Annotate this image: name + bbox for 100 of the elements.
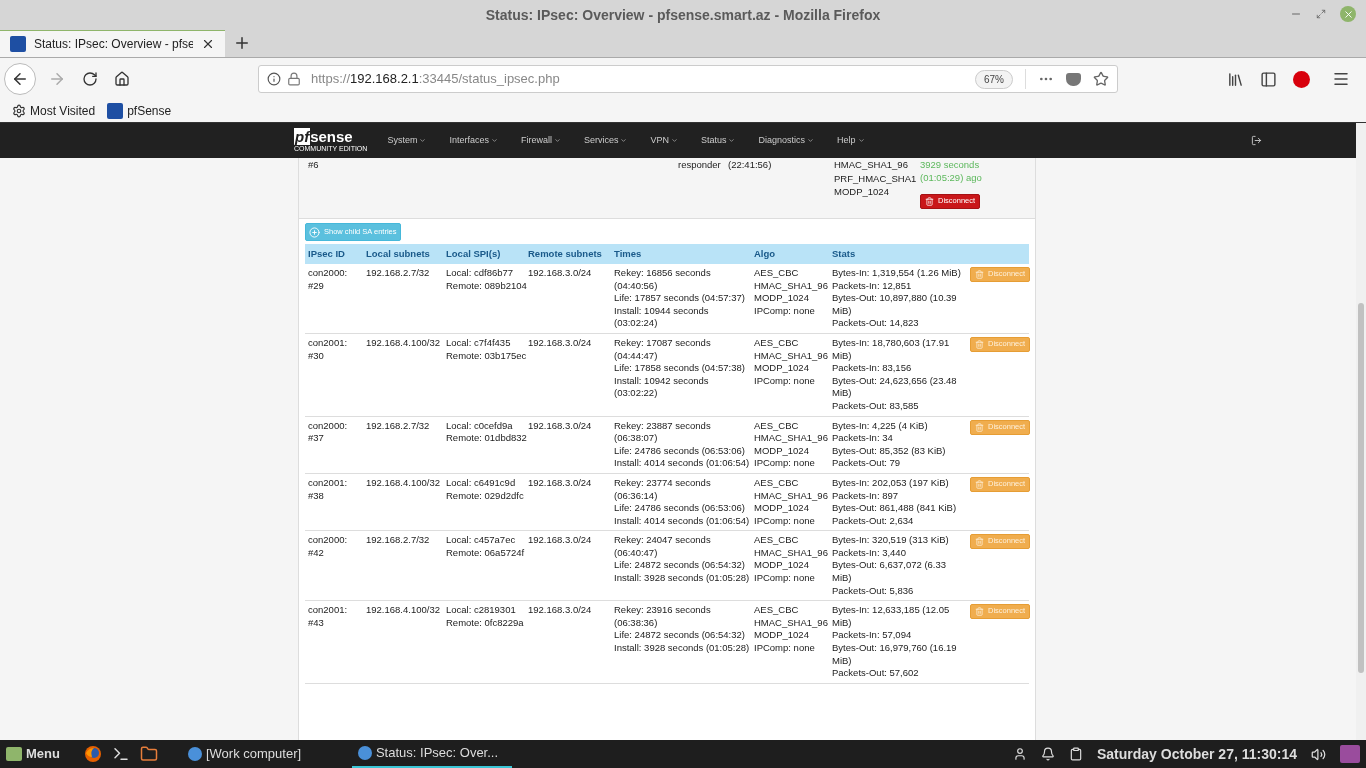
algo-text: HMAC_SHA1_96 bbox=[754, 349, 829, 363]
times-text: Life: 24786 seconds (06:53:06) bbox=[614, 444, 746, 458]
algo-text: HMAC_SHA1_96 bbox=[754, 432, 829, 445]
times-text: Rekey: 16856 seconds (04:40:56) bbox=[614, 267, 712, 293]
nav-menu-item[interactable]: Interfaces bbox=[449, 133, 498, 148]
nav-menu-item[interactable]: Status bbox=[700, 133, 736, 148]
sidebar-icon[interactable] bbox=[1260, 70, 1277, 88]
table-cell-text: con2000: #42 bbox=[308, 534, 349, 560]
caret-icon bbox=[490, 137, 498, 144]
algo-text: HMAC_SHA1_96 bbox=[754, 279, 829, 293]
bookmark-item[interactable]: pfSense bbox=[107, 102, 172, 120]
bookmark-item[interactable]: Most Visited bbox=[12, 102, 96, 120]
folder-icon[interactable] bbox=[139, 745, 158, 763]
algo-text: AES_CBC bbox=[754, 604, 800, 617]
clipboard-icon[interactable] bbox=[1069, 747, 1083, 761]
nav-menu-item[interactable]: Services bbox=[583, 133, 628, 148]
stats-text: Bytes-In: 1,319,554 (1.26 MiB) bbox=[832, 267, 962, 280]
stats-text: Bytes-Out: 85,352 (83 KiB) bbox=[832, 444, 947, 458]
trash-icon bbox=[975, 422, 984, 432]
nav-menu-item[interactable]: Help bbox=[837, 133, 865, 148]
back-icon bbox=[11, 70, 29, 88]
stats-text: Packets-In: 57,094 bbox=[832, 629, 913, 643]
table-cell-text: 192.168.3.0/24 bbox=[528, 476, 593, 490]
times-text: Rekey: 17087 seconds (04:44:47) bbox=[614, 336, 712, 363]
caret-icon bbox=[553, 137, 561, 144]
column-header: Local SPI(s) bbox=[446, 247, 502, 261]
pocket-icon[interactable] bbox=[1066, 72, 1081, 86]
spi-text: Remote: 029d2dfc bbox=[446, 489, 525, 503]
close-icon[interactable] bbox=[201, 37, 215, 51]
window-title: Status: IPsec: Overview - pfsense.smart.az - Mozilla Firefox bbox=[485, 5, 881, 25]
logout-icon[interactable] bbox=[1250, 135, 1262, 146]
caret-icon bbox=[419, 137, 427, 144]
algo-text: IPComp: none bbox=[754, 374, 816, 388]
caret-icon bbox=[807, 137, 814, 144]
pfsense-favicon-icon bbox=[10, 36, 26, 52]
star-icon[interactable] bbox=[1093, 71, 1109, 87]
spi-text: Local: c0cefd9a bbox=[446, 419, 514, 433]
stats-text: Bytes-In: 18,780,603 (17.91 MiB) bbox=[832, 336, 951, 363]
column-header: Stats bbox=[832, 247, 857, 261]
trash-icon bbox=[975, 607, 984, 617]
reload-icon[interactable] bbox=[82, 71, 98, 87]
trash-icon bbox=[975, 270, 984, 279]
nav-menu-item[interactable]: Diagnostics bbox=[758, 133, 814, 148]
times-text: Life: 17857 seconds (04:57:37) bbox=[614, 292, 746, 305]
pfsense-favicon-icon bbox=[107, 103, 124, 119]
adblock-icon[interactable] bbox=[1293, 70, 1310, 88]
algo-text: PRF_HMAC_SHA1 bbox=[834, 172, 918, 186]
home-icon[interactable] bbox=[114, 71, 130, 87]
sa-time: (22:41:56) bbox=[728, 159, 773, 172]
table-cell-text: con2000: #29 bbox=[308, 267, 349, 293]
taskbar-task[interactable]: Status: IPsec: Over... bbox=[351, 740, 512, 768]
nav-menu-item[interactable]: System bbox=[387, 133, 427, 148]
library-icon[interactable] bbox=[1227, 70, 1244, 88]
volume-icon[interactable] bbox=[1311, 746, 1326, 762]
spi-text: Local: c457a7ec bbox=[446, 534, 517, 547]
maximize-icon[interactable] bbox=[1316, 9, 1326, 19]
sa-role: responder bbox=[678, 159, 722, 172]
algo-text: AES_CBC bbox=[754, 336, 800, 350]
address-bar[interactable]: https://192.168.2.1:33445/status_ipsec.php 67% bbox=[258, 65, 1118, 93]
trash-icon bbox=[975, 537, 984, 547]
table-cell-text: con2000: #37 bbox=[308, 419, 349, 446]
spi-text: Remote: 06a5724f bbox=[446, 546, 526, 560]
algo-text: IPComp: none bbox=[754, 304, 816, 318]
stats-text: Packets-Out: 5,836 bbox=[832, 584, 915, 598]
algo-text: AES_CBC bbox=[754, 534, 800, 547]
stats-text: Packets-In: 3,440 bbox=[832, 546, 907, 560]
trash-icon bbox=[975, 479, 984, 489]
terminal-icon[interactable] bbox=[111, 745, 130, 763]
user-icon[interactable] bbox=[1013, 747, 1027, 761]
algo-text: MODP_1024 bbox=[754, 362, 810, 375]
nav-menu-item[interactable]: VPN bbox=[650, 133, 678, 148]
back-button[interactable] bbox=[4, 63, 36, 95]
zoom-level[interactable]: 67% bbox=[975, 69, 1013, 89]
algo-text: AES_CBC bbox=[754, 267, 800, 280]
spi-text: Remote: 0fc8229a bbox=[446, 616, 525, 630]
times-text: Life: 17858 seconds (04:57:38) bbox=[614, 362, 746, 375]
stats-text: Bytes-In: 202,053 (197 KiB) bbox=[832, 476, 950, 490]
scrollbar[interactable] bbox=[1356, 123, 1366, 740]
table-cell-text: con2001: #30 bbox=[308, 336, 349, 363]
new-tab-icon[interactable] bbox=[233, 34, 251, 52]
spi-text: Remote: 01dbd832 bbox=[446, 432, 528, 445]
sa-id: #6 bbox=[308, 159, 320, 172]
stats-text: Bytes-Out: 10,897,880 (10.39 MiB) bbox=[832, 292, 958, 318]
algo-text: MODP_1024 bbox=[834, 186, 890, 199]
table-cell-text: 192.168.4.100/32 bbox=[366, 604, 441, 618]
clock[interactable]: Saturday October 27, 11:30:14 bbox=[1097, 743, 1297, 765]
taskbar-task[interactable]: [Work computer] bbox=[181, 740, 342, 768]
times-text: Rekey: 23887 seconds (06:38:07) bbox=[614, 419, 712, 445]
algo-text: MODP_1024 bbox=[754, 502, 810, 515]
sa-status: 3929 seconds (01:05:29) ago bbox=[920, 159, 983, 185]
bell-icon[interactable] bbox=[1041, 747, 1055, 761]
algo-text: MODP_1024 bbox=[754, 559, 810, 573]
nav-menu-item[interactable]: Firewall bbox=[520, 133, 561, 148]
stats-text: Packets-Out: 79 bbox=[832, 457, 902, 470]
times-text: Install: 4014 seconds (01:06:54) bbox=[614, 457, 751, 470]
column-header: Remote subnets bbox=[528, 247, 603, 261]
stats-text: Packets-In: 897 bbox=[832, 489, 899, 503]
stats-text: Packets-In: 34 bbox=[832, 432, 894, 445]
menu-icon[interactable] bbox=[1332, 70, 1350, 88]
menu-button[interactable]: Menu bbox=[6, 744, 60, 764]
